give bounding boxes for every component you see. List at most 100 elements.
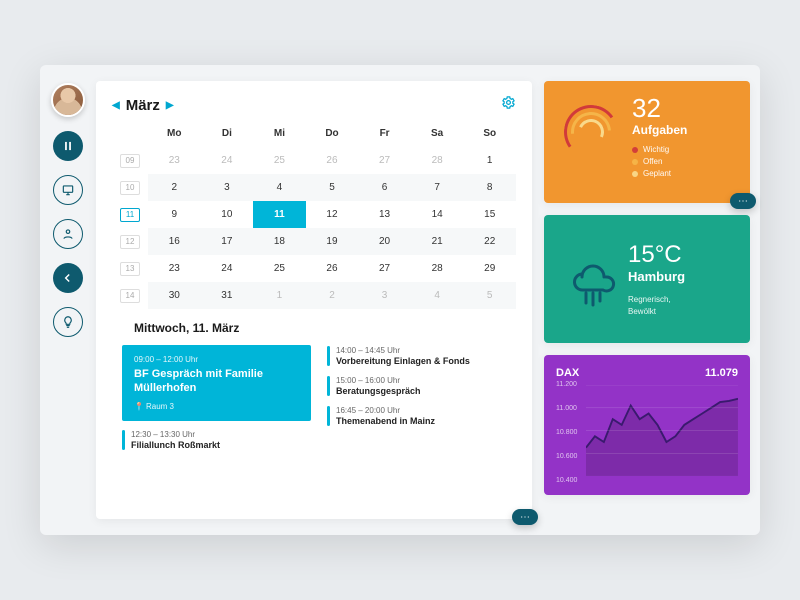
nav-idea-button[interactable] bbox=[53, 307, 83, 337]
calendar-day[interactable]: 31 bbox=[201, 282, 254, 309]
chart-tick: 11.200 bbox=[556, 381, 577, 388]
next-month-button[interactable]: ▶ bbox=[166, 100, 174, 111]
weekday-head: So bbox=[463, 123, 516, 147]
tasks-card[interactable]: 32 Aufgaben Wichtig Offen Geplant ⋯ bbox=[544, 81, 750, 203]
event-title: Filiallunch Roßmarkt bbox=[131, 440, 220, 450]
calendar-day[interactable]: 12 bbox=[306, 201, 359, 228]
calendar-day[interactable]: 26 bbox=[306, 147, 359, 174]
week-number[interactable]: 09 bbox=[112, 147, 148, 174]
weekday-head: Sa bbox=[411, 123, 464, 147]
calendar-day[interactable]: 27 bbox=[358, 255, 411, 282]
more-button[interactable]: ⋯ bbox=[512, 509, 538, 525]
event-item[interactable]: 16:45 – 20:00 UhrThemenabend in Mainz bbox=[327, 405, 516, 427]
calendar-day[interactable]: 2 bbox=[306, 282, 359, 309]
calendar-day[interactable]: 22 bbox=[463, 228, 516, 255]
event-time: 16:45 – 20:00 Uhr bbox=[336, 406, 435, 415]
events-col-right: 14:00 – 14:45 UhrVorbereitung Einlagen &… bbox=[327, 345, 516, 451]
calendar-day[interactable]: 7 bbox=[411, 174, 464, 201]
legend-item: Offen bbox=[632, 157, 687, 166]
calendar-day[interactable]: 4 bbox=[253, 174, 306, 201]
calendar-day[interactable]: 8 bbox=[463, 174, 516, 201]
event-item[interactable]: 15:00 – 16:00 UhrBeratungsgespräch bbox=[327, 375, 516, 397]
calendar-day[interactable]: 2 bbox=[148, 174, 201, 201]
calendar-day[interactable]: 30 bbox=[148, 282, 201, 309]
widgets: 32 Aufgaben Wichtig Offen Geplant ⋯ 15°C… bbox=[544, 81, 750, 519]
weather-desc: Regnerisch,Bewölkt bbox=[628, 294, 685, 316]
calendar-day[interactable]: 10 bbox=[201, 201, 254, 228]
event-time: 15:00 – 16:00 Uhr bbox=[336, 376, 421, 385]
weekday-head: Do bbox=[306, 123, 359, 147]
calendar-day[interactable]: 27 bbox=[358, 147, 411, 174]
settings-button[interactable] bbox=[501, 95, 516, 115]
stocks-card[interactable]: DAX 11.079 11.20011.00010.80010.60010.40… bbox=[544, 355, 750, 495]
avatar[interactable] bbox=[51, 83, 85, 117]
calendar-day[interactable]: 4 bbox=[411, 282, 464, 309]
prev-month-button[interactable]: ◀ bbox=[112, 100, 120, 111]
tasks-label: Aufgaben bbox=[632, 123, 687, 137]
calendar-day[interactable]: 15 bbox=[463, 201, 516, 228]
calendar-day[interactable]: 17 bbox=[201, 228, 254, 255]
nav-back-button[interactable] bbox=[53, 263, 83, 293]
week-number[interactable]: 10 bbox=[112, 174, 148, 201]
calendar-day[interactable]: 5 bbox=[306, 174, 359, 201]
calendar-day[interactable]: 9 bbox=[148, 201, 201, 228]
nav-user-button[interactable] bbox=[53, 219, 83, 249]
calendar-day[interactable]: 25 bbox=[253, 147, 306, 174]
stock-chart: 11.20011.00010.80010.60010.400 bbox=[556, 385, 738, 481]
event-location: Raum 3 bbox=[134, 402, 299, 411]
sidebar bbox=[40, 65, 96, 535]
events: 09:00 – 12:00 Uhr BF Gespräch mit Famili… bbox=[112, 345, 516, 451]
weather-card[interactable]: 15°C Hamburg Regnerisch,Bewölkt bbox=[544, 215, 750, 343]
event-title: Vorbereitung Einlagen & Fonds bbox=[336, 356, 470, 366]
weekday-head: Di bbox=[201, 123, 254, 147]
chart-tick: 10.400 bbox=[556, 477, 577, 484]
month-label: März bbox=[126, 97, 160, 114]
calendar-day[interactable]: 3 bbox=[201, 174, 254, 201]
weekday-head: Mo bbox=[148, 123, 201, 147]
calendar-day[interactable]: 13 bbox=[358, 201, 411, 228]
calendar-day[interactable]: 14 bbox=[411, 201, 464, 228]
calendar-day[interactable]: 23 bbox=[148, 255, 201, 282]
week-number[interactable]: 13 bbox=[112, 255, 148, 282]
weather-temp: 15°C bbox=[628, 241, 685, 269]
calendar-day[interactable]: 20 bbox=[358, 228, 411, 255]
nav-pause-button[interactable] bbox=[53, 131, 83, 161]
tasks-count: 32 bbox=[632, 95, 687, 121]
calendar-day[interactable]: 16 bbox=[148, 228, 201, 255]
calendar-day[interactable]: 26 bbox=[306, 255, 359, 282]
calendar-day[interactable]: 5 bbox=[463, 282, 516, 309]
day-title: Mittwoch, 11. März bbox=[134, 321, 516, 335]
calendar-day[interactable]: 1 bbox=[253, 282, 306, 309]
main: ◀ März ▶ MoDiMiDoFrSaSo09232425262728110… bbox=[96, 65, 760, 535]
calendar-day[interactable]: 18 bbox=[253, 228, 306, 255]
weekday-head: Fr bbox=[358, 123, 411, 147]
calendar-day[interactable]: 28 bbox=[411, 147, 464, 174]
calendar-day[interactable]: 24 bbox=[201, 255, 254, 282]
chart-tick: 10.600 bbox=[556, 453, 577, 460]
week-number[interactable]: 12 bbox=[112, 228, 148, 255]
calendar-day[interactable]: 6 bbox=[358, 174, 411, 201]
tasks-legend: Wichtig Offen Geplant bbox=[632, 145, 687, 178]
calendar-day[interactable]: 23 bbox=[148, 147, 201, 174]
event-item[interactable]: 14:00 – 14:45 UhrVorbereitung Einlagen &… bbox=[327, 345, 516, 367]
calendar-day[interactable]: 21 bbox=[411, 228, 464, 255]
calendar-day[interactable]: 25 bbox=[253, 255, 306, 282]
calendar-day[interactable]: 11 bbox=[253, 201, 306, 228]
weekday-head: Mi bbox=[253, 123, 306, 147]
week-number[interactable]: 14 bbox=[112, 282, 148, 309]
stock-symbol: DAX bbox=[556, 367, 579, 379]
event-item[interactable]: 12:30 – 13:30 UhrFiliallunch Roßmarkt bbox=[122, 429, 311, 451]
calendar-day[interactable]: 1 bbox=[463, 147, 516, 174]
nav-monitor-button[interactable] bbox=[53, 175, 83, 205]
more-button[interactable]: ⋯ bbox=[730, 193, 756, 209]
event-time: 09:00 – 12:00 Uhr bbox=[134, 355, 299, 364]
calendar-day[interactable]: 24 bbox=[201, 147, 254, 174]
tasks-rings-icon bbox=[558, 95, 628, 185]
calendar-day[interactable]: 28 bbox=[411, 255, 464, 282]
featured-event[interactable]: 09:00 – 12:00 Uhr BF Gespräch mit Famili… bbox=[122, 345, 311, 421]
calendar-day[interactable]: 3 bbox=[358, 282, 411, 309]
chart-tick: 10.800 bbox=[556, 429, 577, 436]
week-number[interactable]: 11 bbox=[112, 201, 148, 228]
calendar-day[interactable]: 29 bbox=[463, 255, 516, 282]
calendar-day[interactable]: 19 bbox=[306, 228, 359, 255]
